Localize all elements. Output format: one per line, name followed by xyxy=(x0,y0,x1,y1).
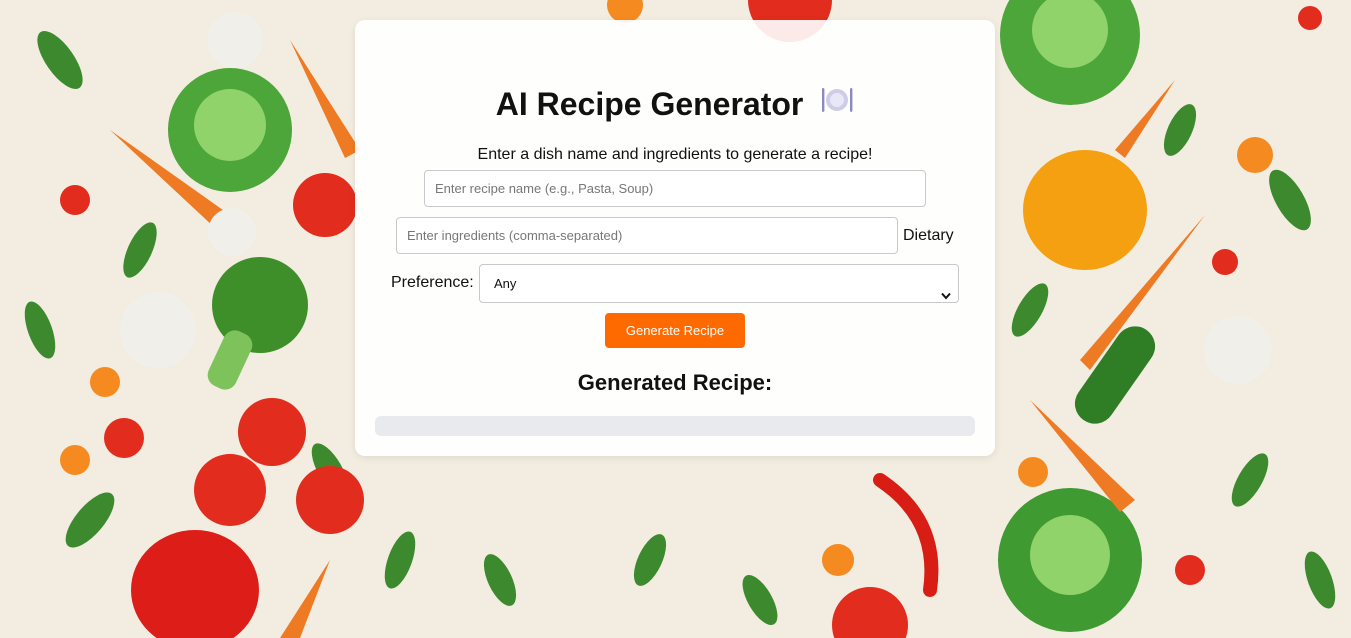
plate-cutlery-icon xyxy=(820,82,854,126)
page-title: AI Recipe Generator xyxy=(355,82,995,126)
preference-selected-value: Any xyxy=(494,276,517,291)
recipe-card: AI Recipe Generator Enter a dish name an… xyxy=(355,20,995,456)
generate-recipe-button[interactable]: Generate Recipe xyxy=(605,313,745,348)
page-subtitle: Enter a dish name and ingredients to gen… xyxy=(477,146,873,163)
page-title-text: AI Recipe Generator xyxy=(495,86,804,122)
chevron-down-icon xyxy=(940,278,952,315)
ingredients-input[interactable] xyxy=(396,217,898,254)
recipe-name-input[interactable] xyxy=(424,170,926,207)
dietary-label: Dietary xyxy=(903,227,954,244)
dietary-preference-select[interactable]: Any xyxy=(479,264,959,303)
recipe-output-box xyxy=(375,416,975,436)
generated-recipe-heading: Generated Recipe: xyxy=(577,370,773,395)
preference-label: Preference: xyxy=(391,274,474,291)
